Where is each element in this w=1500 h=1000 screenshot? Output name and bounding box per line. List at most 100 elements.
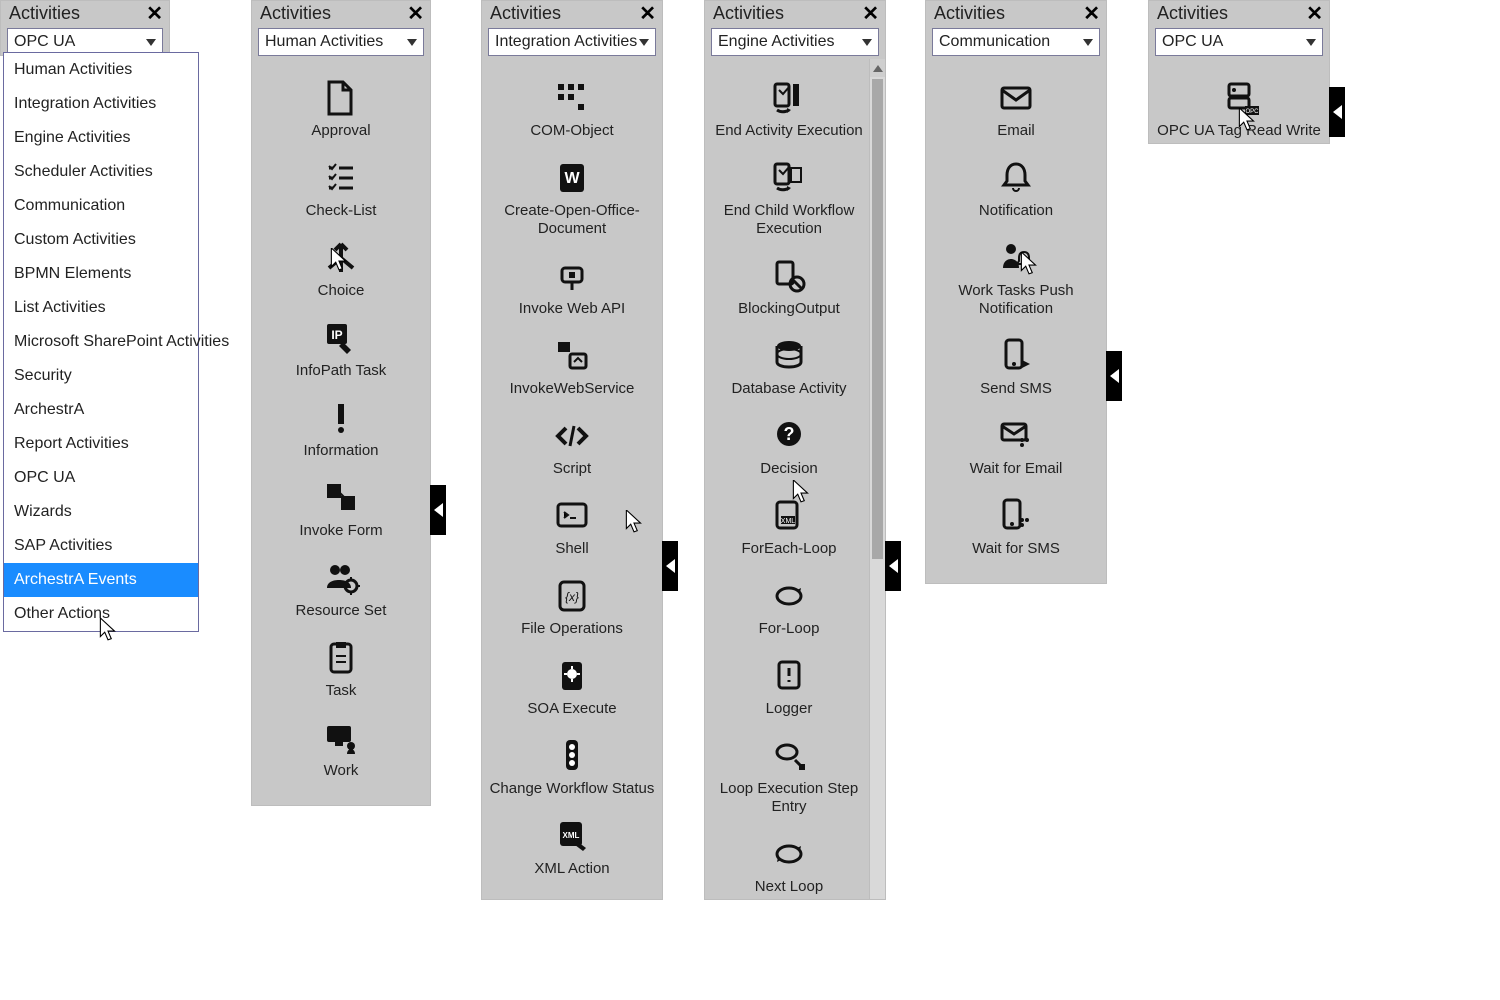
- panel-title: Activities: [1157, 3, 1228, 24]
- activity-label: Resource Set: [296, 602, 387, 620]
- category-select[interactable]: Engine Activities: [711, 28, 879, 56]
- collapse-tab[interactable]: [885, 541, 901, 591]
- activity-label: End Child Workflow Execution: [709, 202, 869, 238]
- close-icon[interactable]: ✕: [146, 4, 163, 24]
- collapse-tab[interactable]: [430, 485, 446, 535]
- activity-item[interactable]: Work: [256, 718, 426, 780]
- scrollbar[interactable]: [869, 59, 885, 899]
- activity-item[interactable]: OPC UA Tag Read Write: [1153, 78, 1325, 140]
- decision-icon: [767, 416, 811, 456]
- close-icon[interactable]: ✕: [639, 4, 656, 24]
- activity-item[interactable]: Approval: [256, 78, 426, 140]
- close-icon[interactable]: ✕: [862, 4, 879, 24]
- dropdown-item[interactable]: Wizards: [4, 495, 198, 529]
- collapse-tab[interactable]: [1106, 351, 1122, 401]
- scroll-thumb[interactable]: [872, 79, 883, 559]
- activity-item[interactable]: Send SMS: [930, 336, 1102, 398]
- activity-item[interactable]: Information: [256, 398, 426, 460]
- activity-label: BlockingOutput: [738, 300, 840, 318]
- dropdown-item[interactable]: Human Activities: [4, 53, 198, 87]
- dropdown-item[interactable]: Security: [4, 359, 198, 393]
- activity-item[interactable]: Next Loop: [709, 834, 869, 896]
- dropdown-item[interactable]: List Activities: [4, 291, 198, 325]
- collapse-tab[interactable]: [1329, 87, 1345, 137]
- dropdown-item[interactable]: Microsoft SharePoint Activities: [4, 325, 198, 359]
- activity-item[interactable]: File Operations: [486, 576, 658, 638]
- dropdown-item[interactable]: BPMN Elements: [4, 257, 198, 291]
- activity-item[interactable]: Create-Open-Office-Document: [486, 158, 658, 238]
- activity-item[interactable]: Decision: [709, 416, 869, 478]
- category-dropdown[interactable]: Human ActivitiesIntegration ActivitiesEn…: [3, 52, 199, 632]
- activity-item[interactable]: Check-List: [256, 158, 426, 220]
- activity-item[interactable]: For-Loop: [709, 576, 869, 638]
- scroll-up-icon[interactable]: [870, 59, 885, 77]
- panel-header: Activities ✕: [252, 1, 430, 24]
- chevron-down-icon: [1306, 39, 1316, 46]
- activity-item[interactable]: Choice: [256, 238, 426, 300]
- activity-item[interactable]: Notification: [930, 158, 1102, 220]
- panel-header: Activities ✕: [705, 1, 885, 24]
- activity-item[interactable]: Wait for SMS: [930, 496, 1102, 558]
- activity-item[interactable]: Resource Set: [256, 558, 426, 620]
- activity-item[interactable]: BlockingOutput: [709, 256, 869, 318]
- activity-item[interactable]: XML Action: [486, 816, 658, 878]
- select-value: OPC UA: [1162, 33, 1223, 51]
- panel-header: Activities✕: [926, 1, 1106, 24]
- dropdown-item[interactable]: Custom Activities: [4, 223, 198, 257]
- dropdown-item[interactable]: SAP Activities: [4, 529, 198, 563]
- panel-title: Activities: [713, 3, 784, 24]
- activity-item[interactable]: Email: [930, 78, 1102, 140]
- collapse-tab[interactable]: [662, 541, 678, 591]
- activity-item[interactable]: Shell: [486, 496, 658, 558]
- dropdown-item[interactable]: Communication: [4, 189, 198, 223]
- activity-item[interactable]: Wait for Email: [930, 416, 1102, 478]
- category-select[interactable]: Human Activities: [258, 28, 424, 56]
- dropdown-item[interactable]: Report Activities: [4, 427, 198, 461]
- category-select[interactable]: Integration Activities: [488, 28, 656, 56]
- panel-title: Activities: [260, 3, 331, 24]
- dropdown-item[interactable]: Scheduler Activities: [4, 155, 198, 189]
- activity-list: Email Notification Work Tasks Push Notific…: [926, 64, 1106, 584]
- dropdown-item[interactable]: Engine Activities: [4, 121, 198, 155]
- activity-item[interactable]: Work Tasks Push Notification: [930, 238, 1102, 318]
- panel-header: Activities✕: [1, 1, 169, 24]
- activity-item[interactable]: COM-Object: [486, 78, 658, 140]
- activity-item[interactable]: Script: [486, 416, 658, 478]
- dropdown-item[interactable]: OPC UA: [4, 461, 198, 495]
- activity-label: End Activity Execution: [715, 122, 863, 140]
- close-icon[interactable]: ✕: [1306, 4, 1323, 24]
- activity-item[interactable]: Task: [256, 638, 426, 700]
- activity-item[interactable]: End Child Workflow Execution: [709, 158, 869, 238]
- activity-item[interactable]: Invoke Form: [256, 478, 426, 540]
- activity-item[interactable]: InfoPath Task: [256, 318, 426, 380]
- chevron-down-icon: [407, 39, 417, 46]
- opc-tag-icon: [1217, 78, 1261, 118]
- activity-list: Approval Check-List Choice InfoPath Task Inf…: [252, 64, 430, 806]
- activity-item[interactable]: SOA Execute: [486, 656, 658, 718]
- wait-sms-icon: [994, 496, 1038, 536]
- activity-label: Script: [553, 460, 591, 478]
- dropdown-item[interactable]: Other Actions: [4, 597, 198, 631]
- category-select[interactable]: OPC UA: [1155, 28, 1323, 56]
- activity-label: Loop Execution Step Entry: [709, 780, 869, 816]
- select-value: Integration Activities: [495, 33, 637, 51]
- activity-item[interactable]: Invoke Web API: [486, 256, 658, 318]
- dropdown-item[interactable]: ArchestrA: [4, 393, 198, 427]
- chevron-left-icon: [889, 559, 898, 573]
- activity-item[interactable]: Logger: [709, 656, 869, 718]
- dropdown-item[interactable]: Integration Activities: [4, 87, 198, 121]
- activity-item[interactable]: ForEach-Loop: [709, 496, 869, 558]
- close-icon[interactable]: ✕: [407, 4, 424, 24]
- activity-item[interactable]: Database Activity: [709, 336, 869, 398]
- category-select[interactable]: Communication: [932, 28, 1100, 56]
- xml-icon: [550, 816, 594, 856]
- activity-item[interactable]: Change Workflow Status: [486, 736, 658, 798]
- activity-item[interactable]: End Activity Execution: [709, 78, 869, 140]
- activity-label: Information: [303, 442, 378, 460]
- close-icon[interactable]: ✕: [1083, 4, 1100, 24]
- dropdown-item[interactable]: ArchestrA Events: [4, 563, 198, 597]
- activities-panel: Activities✕ Communication Email Notificatio…: [925, 0, 1107, 584]
- activity-item[interactable]: Loop Execution Step Entry: [709, 736, 869, 816]
- activity-item[interactable]: InvokeWebService: [486, 336, 658, 398]
- activity-label: COM-Object: [530, 122, 613, 140]
